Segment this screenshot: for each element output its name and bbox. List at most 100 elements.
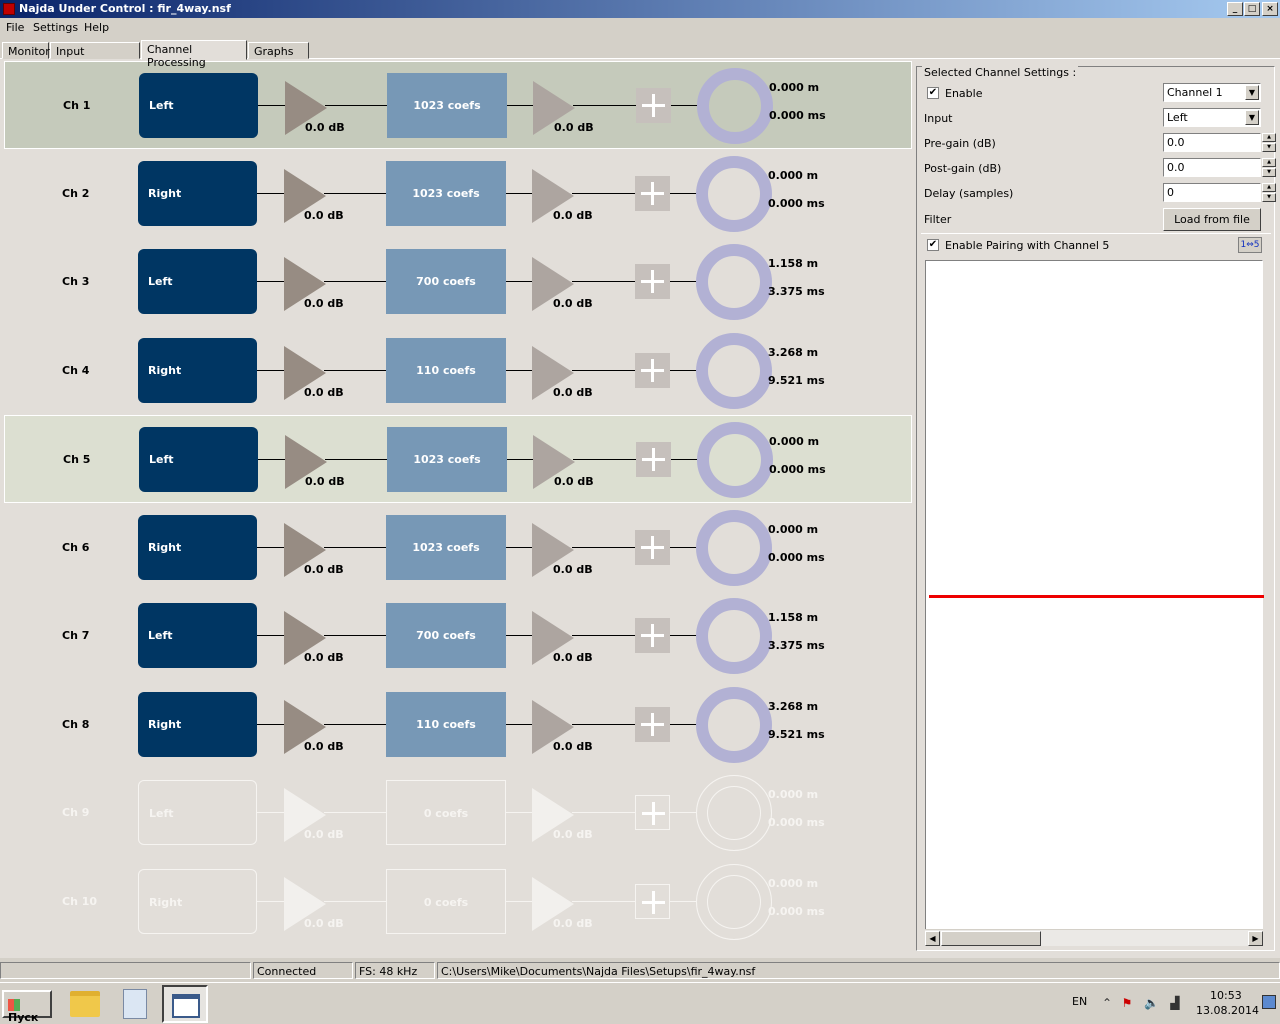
pre-gain-input[interactable]: 0.0 [1163,133,1261,152]
post-gain-down-arrow-icon[interactable]: ▼ [1262,168,1276,177]
mixer-plus-icon[interactable] [635,707,670,742]
channel-filter-block[interactable]: 1023 coefs [386,515,506,580]
delay-up-arrow-icon[interactable]: ▲ [1262,183,1276,192]
scroll-thumb[interactable] [941,931,1041,946]
channel-input-block[interactable]: Right [138,869,257,934]
signal-line [324,281,386,282]
mixer-plus-icon[interactable] [635,618,670,653]
post-gain-up-arrow-icon[interactable]: ▲ [1262,158,1276,167]
tab-input-processing[interactable]: Input Processing [50,42,140,71]
tab-graphs-1[interactable]: Graphs #1 [248,42,309,71]
close-button[interactable]: × [1262,2,1278,16]
menu-settings[interactable]: Settings [33,21,78,34]
channel-row[interactable]: Ch 9 Left 0.0 dB 0 coefs 0.0 dB 0.000 m 0.000 … [4,769,912,857]
delay-ring-icon[interactable] [697,422,773,498]
mixer-plus-icon[interactable] [635,264,670,299]
maximize-button[interactable]: □ [1244,2,1260,16]
plot-horizontal-scrollbar[interactable]: ◀ ▶ [925,929,1263,946]
mixer-plus-icon[interactable] [635,795,670,830]
channel-row[interactable]: Ch 10 Right 0.0 dB 0 coefs 0.0 dB 0.000 m 0.00… [4,858,912,946]
delay-ring-icon[interactable] [696,864,772,940]
channel-row[interactable]: Ch 8 Right 0.0 dB 110 coefs 0.0 dB 3.268 m 9.5… [4,681,912,769]
channel-row[interactable]: Ch 7 Left 0.0 dB 700 coefs 0.0 dB 1.158 m 3.37… [4,592,912,680]
pre-gain-up-arrow-icon[interactable]: ▲ [1262,133,1276,142]
channel-row[interactable]: Ch 4 Right 0.0 dB 110 coefs 0.0 dB 3.268 m 9.5… [4,327,912,415]
chevron-down-icon[interactable]: ▼ [1245,85,1259,100]
taskbar-explorer[interactable] [62,985,108,1023]
language-indicator[interactable]: EN [1072,995,1087,1008]
post-gain-label: 0.0 dB [553,563,593,576]
mixer-plus-icon[interactable] [636,442,671,477]
taskbar-calculator[interactable] [112,985,158,1023]
channel-filter-block[interactable]: 1023 coefs [387,73,507,138]
channel-filter-block[interactable]: 700 coefs [386,249,506,314]
channel-filter-block[interactable]: 1023 coefs [386,161,506,226]
menu-file[interactable]: File [6,21,24,34]
channel-filter-block[interactable]: 0 coefs [386,869,506,934]
clock-date[interactable]: 13.08.2014 [1196,1004,1259,1017]
channel-row[interactable]: Ch 6 Right 0.0 dB 1023 coefs 0.0 dB 0.000 m 0.… [4,504,912,592]
channel-input-block[interactable]: Right [138,161,257,226]
action-center-icon[interactable]: ⚑ [1120,996,1134,1010]
channel-row[interactable]: Ch 3 Left 0.0 dB 700 coefs 0.0 dB 1.158 m 3.37… [4,238,912,326]
start-button[interactable]: Пуск [2,990,52,1024]
signal-line [258,459,286,460]
mixer-plus-icon[interactable] [635,884,670,919]
chevron-down-icon[interactable]: ▼ [1245,110,1259,125]
pairing-checkbox[interactable]: ✔ [927,239,939,251]
channel-filter-block[interactable]: 1023 coefs [387,427,507,492]
mixer-plus-icon[interactable] [635,530,670,565]
delay-ring-icon[interactable] [696,510,772,586]
pair-swap-button[interactable]: 1⇔5 [1238,237,1262,253]
channel-input-block[interactable]: Left [138,780,257,845]
channel-select[interactable]: Channel 1 ▼ [1163,83,1261,102]
channel-filter-block[interactable]: 110 coefs [386,692,506,757]
channel-input-block[interactable]: Left [138,249,257,314]
delay-ring-icon[interactable] [696,156,772,232]
input-select[interactable]: Left ▼ [1163,108,1261,127]
channel-filter-block[interactable]: 0 coefs [386,780,506,845]
channel-label: Ch 9 [62,806,90,819]
mixer-plus-icon[interactable] [635,176,670,211]
network-icon[interactable]: ▟ [1168,996,1182,1010]
show-hidden-icons-icon[interactable]: ⌃ [1100,996,1114,1010]
channel-input-block[interactable]: Left [138,603,257,668]
channel-input-block[interactable]: Left [139,427,258,492]
scroll-left-arrow-icon[interactable]: ◀ [925,931,940,946]
channel-row[interactable]: Ch 2 Right 0.0 dB 1023 coefs 0.0 dB 0.000 m 0.… [4,150,912,238]
tab-channel-processing[interactable]: Channel Processing [141,40,247,69]
volume-icon[interactable]: 🔈 [1144,996,1159,1010]
enable-checkbox[interactable]: ✔ [927,87,939,99]
minimize-button[interactable]: _ [1227,2,1243,16]
channel-input-block[interactable]: Right [138,692,257,757]
signal-line [572,812,635,813]
load-from-file-button[interactable]: Load from file [1163,208,1261,231]
post-gain-label: 0.0 dB [553,209,593,222]
channel-input-block[interactable]: Right [138,515,257,580]
delay-ring-icon[interactable] [696,775,772,851]
pre-gain-down-arrow-icon[interactable]: ▼ [1262,143,1276,152]
channel-filter-block[interactable]: 700 coefs [386,603,506,668]
post-gain-input[interactable]: 0.0 [1163,158,1261,177]
taskbar-najda-app[interactable] [162,985,208,1023]
delay-ring-icon[interactable] [696,598,772,674]
delay-input[interactable]: 0 [1163,183,1261,202]
channel-row[interactable]: Ch 1 Left 0.0 dB 1023 coefs 0.0 dB 0.000 m 0.0… [4,61,912,149]
channel-filter-block[interactable]: 110 coefs [386,338,506,403]
channel-row[interactable]: Ch 5 Left 0.0 dB 1023 coefs 0.0 dB 0.000 m 0.0… [4,415,912,503]
scroll-right-arrow-icon[interactable]: ▶ [1248,931,1263,946]
channel-input-block[interactable]: Left [139,73,258,138]
mixer-plus-icon[interactable] [636,88,671,123]
channel-input-block[interactable]: Right [138,338,257,403]
delay-ring-icon[interactable] [697,68,773,144]
delay-down-arrow-icon[interactable]: ▼ [1262,193,1276,202]
delay-ring-icon[interactable] [696,333,772,409]
mixer-plus-icon[interactable] [635,353,670,388]
menu-help[interactable]: Help [84,21,109,34]
clock-time[interactable]: 10:53 [1210,989,1242,1002]
filter-coefs-label: 1023 coefs [413,99,481,112]
tab-monitor[interactable]: Monitor [2,42,50,59]
delay-ring-icon[interactable] [696,687,772,763]
show-desktop-icon[interactable] [1262,995,1276,1009]
delay-ring-icon[interactable] [696,244,772,320]
